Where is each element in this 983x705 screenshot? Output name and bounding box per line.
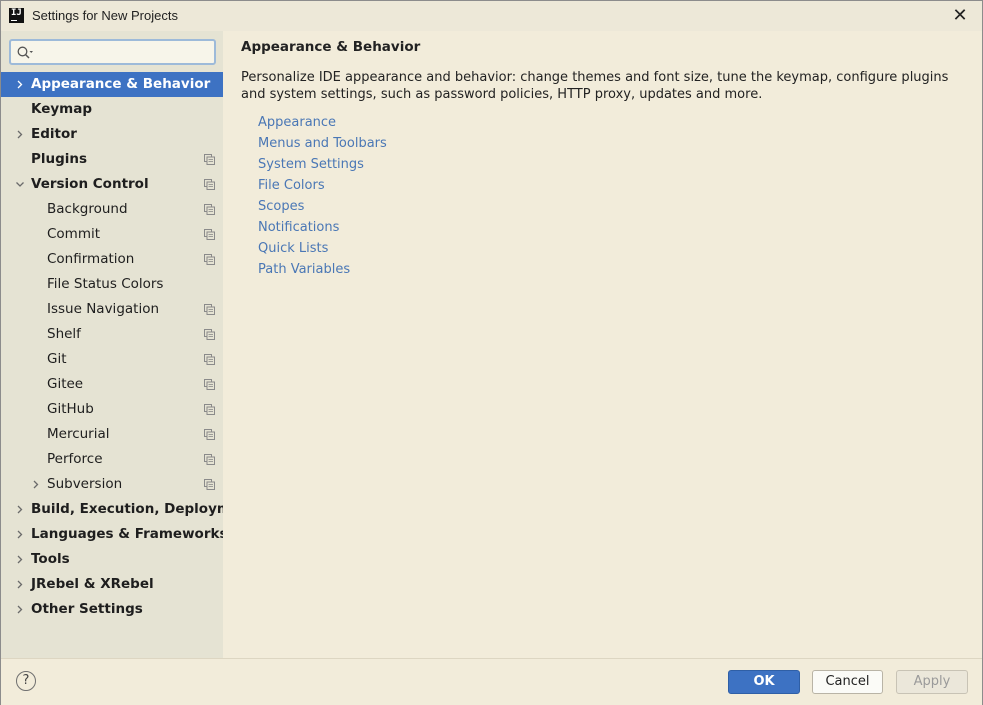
sidebar-item-perforce[interactable]: Perforce bbox=[1, 447, 223, 472]
project-level-icon bbox=[204, 154, 215, 165]
project-level-icon bbox=[204, 329, 215, 340]
sidebar-item-label: Commit bbox=[47, 226, 101, 242]
help-button[interactable]: ? bbox=[16, 671, 36, 691]
project-level-icon bbox=[204, 179, 215, 190]
search-icon bbox=[17, 46, 33, 59]
sidebar-item-label: GitHub bbox=[47, 401, 94, 417]
sidebar-item-plugins[interactable]: Plugins bbox=[1, 147, 223, 172]
settings-content: Appearance & Behavior Personalize IDE ap… bbox=[223, 31, 982, 658]
search-box[interactable] bbox=[9, 39, 216, 65]
sidebar-item-label: Keymap bbox=[31, 101, 93, 117]
sidebar-item-label: Subversion bbox=[47, 476, 123, 492]
chevron-right-icon[interactable] bbox=[30, 472, 42, 497]
sidebar-item-label: Version Control bbox=[31, 176, 149, 192]
link-system-settings[interactable]: System Settings bbox=[258, 156, 387, 177]
sidebar-item-jrebel-xrebel[interactable]: JRebel & XRebel bbox=[1, 572, 223, 597]
project-level-icon bbox=[204, 479, 215, 490]
chevron-right-icon[interactable] bbox=[14, 547, 26, 572]
link-notifications[interactable]: Notifications bbox=[258, 219, 387, 240]
project-level-icon bbox=[204, 229, 215, 240]
sidebar-item-label: Perforce bbox=[47, 451, 103, 467]
project-level-icon bbox=[204, 379, 215, 390]
link-menus-and-toolbars[interactable]: Menus and Toolbars bbox=[258, 135, 387, 156]
sidebar-item-other-settings[interactable]: Other Settings bbox=[1, 597, 223, 622]
sidebar-item-label: Tools bbox=[31, 551, 70, 567]
ok-button[interactable]: OK bbox=[728, 670, 800, 694]
project-level-icon bbox=[204, 404, 215, 415]
sidebar-item-label: Mercurial bbox=[47, 426, 110, 442]
chevron-right-icon[interactable] bbox=[14, 522, 26, 547]
sidebar-item-label: Editor bbox=[31, 126, 77, 142]
sidebar-item-label: Issue Navigation bbox=[47, 301, 160, 317]
sidebar-item-shelf[interactable]: Shelf bbox=[1, 322, 223, 347]
chevron-right-icon[interactable] bbox=[14, 122, 26, 147]
subsection-links: Appearance Menus and Toolbars System Setti… bbox=[258, 114, 387, 282]
window-title: Settings for New Projects bbox=[32, 8, 178, 23]
project-level-icon bbox=[204, 454, 215, 465]
settings-sidebar: Appearance & Behavior Keymap Editor Plugins… bbox=[1, 31, 256, 658]
sidebar-item-label: Other Settings bbox=[31, 601, 143, 617]
page-title: Appearance & Behavior bbox=[241, 39, 421, 55]
sidebar-item-label: JRebel & XRebel bbox=[31, 576, 154, 592]
sidebar-item-gitee[interactable]: Gitee bbox=[1, 372, 223, 397]
dialog-footer: ? OK Cancel Apply bbox=[1, 658, 982, 705]
sidebar-item-git[interactable]: Git bbox=[1, 347, 223, 372]
project-level-icon bbox=[204, 354, 215, 365]
project-level-icon bbox=[204, 429, 215, 440]
apply-button: Apply bbox=[896, 670, 968, 694]
sidebar-item-appearance-behavior[interactable]: Appearance & Behavior bbox=[1, 72, 223, 97]
sidebar-item-editor[interactable]: Editor bbox=[1, 122, 223, 147]
sidebar-item-label: Confirmation bbox=[47, 251, 135, 267]
link-quick-lists[interactable]: Quick Lists bbox=[258, 240, 387, 261]
search-input[interactable] bbox=[37, 43, 211, 63]
sidebar-item-label: Background bbox=[47, 201, 128, 217]
page-description: Personalize IDE appearance and behavior:… bbox=[241, 70, 949, 102]
sidebar-item-label: Gitee bbox=[47, 376, 84, 392]
settings-tree: Appearance & Behavior Keymap Editor Plugins… bbox=[1, 72, 256, 622]
chevron-right-icon[interactable] bbox=[14, 72, 26, 97]
link-file-colors[interactable]: File Colors bbox=[258, 177, 387, 198]
sidebar-item-issue-navigation[interactable]: Issue Navigation bbox=[1, 297, 223, 322]
project-level-icon bbox=[204, 204, 215, 215]
sidebar-item-confirmation[interactable]: Confirmation bbox=[1, 247, 223, 272]
project-level-icon bbox=[204, 304, 215, 315]
project-level-icon bbox=[204, 254, 215, 265]
cancel-button[interactable]: Cancel bbox=[812, 670, 883, 694]
chevron-down-icon[interactable] bbox=[14, 172, 26, 197]
sidebar-item-tools[interactable]: Tools bbox=[1, 547, 223, 572]
sidebar-item-github[interactable]: GitHub bbox=[1, 397, 223, 422]
link-scopes[interactable]: Scopes bbox=[258, 198, 387, 219]
sidebar-item-label: Git bbox=[47, 351, 67, 367]
title-bar: IJ Settings for New Projects ✕ bbox=[1, 1, 982, 31]
sidebar-item-version-control[interactable]: Version Control bbox=[1, 172, 223, 197]
sidebar-item-languages-frameworks[interactable]: Languages & Frameworks bbox=[1, 522, 228, 547]
sidebar-item-label: Plugins bbox=[31, 151, 88, 167]
sidebar-item-commit[interactable]: Commit bbox=[1, 222, 223, 247]
sidebar-item-keymap[interactable]: Keymap bbox=[1, 97, 223, 122]
sidebar-item-file-status-colors[interactable]: File Status Colors bbox=[1, 272, 223, 297]
sidebar-item-build-execution-deployment[interactable]: Build, Execution, Deployment bbox=[1, 497, 256, 522]
chevron-right-icon[interactable] bbox=[14, 572, 26, 597]
chevron-right-icon[interactable] bbox=[14, 597, 26, 622]
sidebar-item-mercurial[interactable]: Mercurial bbox=[1, 422, 223, 447]
link-path-variables[interactable]: Path Variables bbox=[258, 261, 387, 282]
settings-dialog: IJ Settings for New Projects ✕ Appearanc… bbox=[0, 0, 983, 705]
sidebar-item-label: Shelf bbox=[47, 326, 81, 342]
chevron-right-icon[interactable] bbox=[14, 497, 26, 522]
intellij-icon: IJ bbox=[9, 8, 24, 23]
sidebar-item-background[interactable]: Background bbox=[1, 197, 223, 222]
link-appearance[interactable]: Appearance bbox=[258, 114, 387, 135]
sidebar-item-subversion[interactable]: Subversion bbox=[1, 472, 223, 497]
sidebar-item-label: Languages & Frameworks bbox=[31, 526, 228, 542]
sidebar-item-label: File Status Colors bbox=[47, 276, 164, 292]
sidebar-item-label: Appearance & Behavior bbox=[31, 76, 211, 92]
close-icon[interactable]: ✕ bbox=[950, 6, 970, 26]
